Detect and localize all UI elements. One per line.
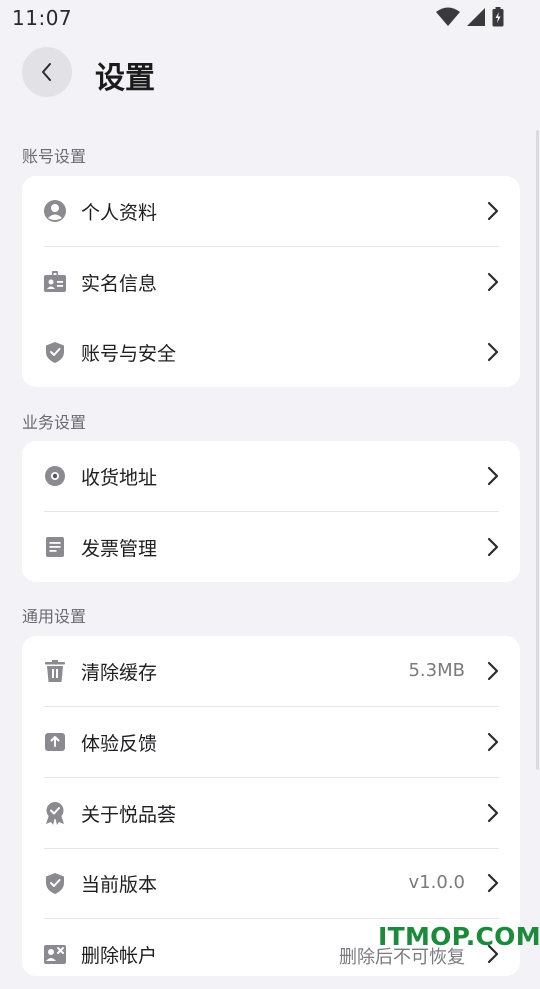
- id-card-icon: [44, 271, 66, 292]
- location-pin-icon: [45, 466, 65, 486]
- chevron-right-icon: [487, 272, 499, 292]
- row-label: 个人资料: [81, 202, 158, 224]
- row-label: 账号与安全: [81, 343, 177, 365]
- back-button[interactable]: [22, 47, 72, 97]
- invoice-icon: [46, 537, 64, 557]
- battery-charging-icon: [492, 7, 504, 27]
- status-time: 11:07: [12, 6, 73, 30]
- section-label-business: 业务设置: [22, 413, 87, 432]
- row-clear-cache[interactable]: 清除缓存 5.3MB: [22, 636, 520, 706]
- row-about[interactable]: 关于悦品荟: [22, 778, 520, 848]
- trash-icon: [45, 660, 65, 682]
- section-label-account: 账号设置: [22, 147, 87, 166]
- row-account-security[interactable]: 账号与安全: [22, 317, 520, 387]
- page-title: 设置: [95, 61, 155, 96]
- cache-size-value: 5.3MB: [408, 660, 465, 681]
- row-label: 当前版本: [81, 874, 158, 896]
- badge-icon: [46, 802, 64, 825]
- person-icon: [44, 200, 66, 222]
- status-icons: [436, 7, 504, 27]
- row-shipping-address[interactable]: 收货地址: [22, 441, 520, 511]
- status-bar: 11:07: [0, 0, 540, 36]
- wifi-icon: [436, 7, 460, 26]
- row-feedback[interactable]: 体验反馈: [22, 707, 520, 777]
- row-label: 删除帐户: [81, 945, 158, 967]
- business-settings-card: 收货地址 发票管理: [22, 441, 520, 582]
- chevron-right-icon: [487, 342, 499, 362]
- row-label: 收货地址: [81, 467, 158, 489]
- version-value: v1.0.0: [408, 872, 465, 893]
- chevron-right-icon: [487, 466, 499, 486]
- chevron-right-icon: [487, 537, 499, 557]
- watermark: ITMOP.COM: [378, 922, 540, 951]
- scrollbar[interactable]: [536, 130, 539, 770]
- row-real-name[interactable]: 实名信息: [22, 247, 520, 317]
- header: 设置: [0, 44, 540, 104]
- chevron-right-icon: [487, 873, 499, 893]
- shield-icon: [46, 342, 64, 363]
- row-label: 发票管理: [81, 538, 158, 560]
- chevron-right-icon: [487, 803, 499, 823]
- shield-check-icon: [46, 873, 64, 894]
- row-label: 体验反馈: [81, 733, 158, 755]
- row-label: 清除缓存: [81, 662, 158, 684]
- row-label: 关于悦品荟: [81, 804, 177, 826]
- chevron-right-icon: [487, 661, 499, 681]
- chevron-right-icon: [487, 732, 499, 752]
- signal-icon: [467, 8, 485, 26]
- delete-account-icon: [44, 945, 66, 964]
- account-settings-card: 个人资料 实名信息 账号与安全: [22, 176, 520, 387]
- feedback-icon: [45, 733, 65, 751]
- chevron-left-icon: [42, 63, 51, 81]
- chevron-right-icon: [487, 201, 499, 221]
- row-current-version[interactable]: 当前版本 v1.0.0: [22, 848, 520, 918]
- row-label: 实名信息: [81, 273, 158, 295]
- section-label-general: 通用设置: [22, 607, 87, 626]
- row-invoice-management[interactable]: 发票管理: [22, 512, 520, 582]
- row-profile[interactable]: 个人资料: [22, 176, 520, 246]
